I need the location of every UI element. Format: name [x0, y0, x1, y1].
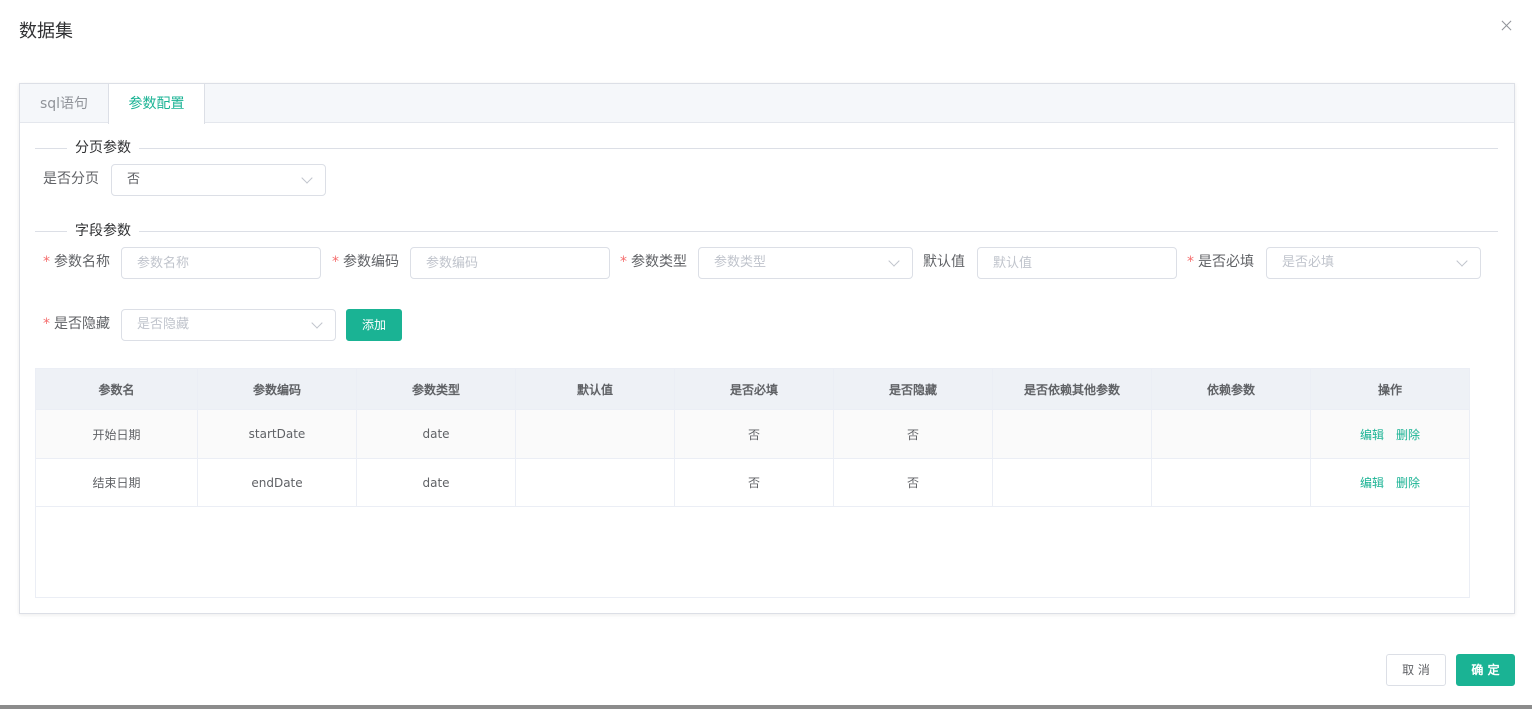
cell-default: [516, 410, 675, 458]
required-mark: *: [43, 316, 50, 332]
is-paging-select[interactable]: 否: [111, 164, 326, 196]
is-required-label: * 是否必填: [1187, 252, 1254, 272]
edit-link[interactable]: 编辑: [1360, 474, 1384, 491]
header-default: 默认值: [516, 369, 675, 409]
dataset-dialog: 数据集 sql语句 参数配置 分页参数 是否分页 否 字段参数 *参数名称 *参…: [0, 0, 1532, 705]
param-code-label: * 参数编码: [332, 252, 399, 272]
param-code-field[interactable]: [411, 248, 609, 278]
tab-sql[interactable]: sql语句: [20, 84, 108, 124]
header-hidden: 是否隐藏: [834, 369, 993, 409]
cell-name: 结束日期: [36, 459, 198, 506]
cell-dep-param: [1152, 410, 1311, 458]
chevron-down-icon: [301, 172, 313, 184]
chevron-down-icon: [311, 317, 323, 329]
cell-dep-param: [1152, 459, 1311, 506]
table-row: 结束日期 endDate date 否 否 编辑 删除: [36, 458, 1469, 507]
cell-name: 开始日期: [36, 410, 198, 458]
cell-hidden: 否: [834, 410, 993, 458]
cell-required: 否: [675, 459, 834, 506]
cell-type: date: [357, 410, 516, 458]
delete-link[interactable]: 删除: [1396, 426, 1420, 443]
is-paging-label: 是否分页: [43, 171, 99, 187]
default-value-label: 默认值: [923, 254, 965, 270]
param-code-input[interactable]: [410, 247, 610, 279]
tabs-header: sql语句 参数配置: [20, 84, 1514, 124]
required-mark: *: [43, 254, 50, 270]
cell-code: endDate: [198, 459, 357, 506]
required-mark: *: [620, 254, 627, 270]
header-param-code: 参数编码: [198, 369, 357, 409]
table-header: 参数名 参数编码 参数类型 默认值 是否必填 是否隐藏 是否依赖其他参数 依赖参…: [36, 369, 1469, 409]
param-name-input[interactable]: [121, 247, 321, 279]
cell-type: date: [357, 459, 516, 506]
cell-depends: [993, 459, 1152, 506]
field-section-title: 字段参数: [67, 222, 139, 240]
default-value-field[interactable]: [978, 248, 1176, 278]
delete-link[interactable]: 删除: [1396, 474, 1420, 491]
header-dep-param: 依赖参数: [1152, 369, 1311, 409]
edit-link[interactable]: 编辑: [1360, 426, 1384, 443]
param-code-label-text: 参数编码: [343, 254, 399, 270]
header-param-name: 参数名: [36, 369, 198, 409]
required-mark: *: [332, 254, 339, 270]
chevron-down-icon: [888, 255, 900, 267]
cell-actions: 编辑 删除: [1311, 410, 1469, 458]
cell-depends: [993, 410, 1152, 458]
cell-required: 否: [675, 410, 834, 458]
tab-param-config[interactable]: 参数配置: [108, 84, 205, 124]
header-actions: 操作: [1377, 382, 1402, 397]
is-hidden-placeholder: 是否隐藏: [137, 317, 190, 332]
cancel-button[interactable]: 取 消: [1386, 654, 1446, 686]
is-hidden-select[interactable]: 是否隐藏: [121, 309, 336, 341]
param-name-label: * 参数名称: [43, 252, 110, 272]
param-name-label-text: 参数名称: [54, 254, 110, 270]
param-type-select[interactable]: 参数类型: [698, 247, 913, 279]
is-paging-value: 否: [127, 172, 141, 187]
header-param-type: 参数类型: [357, 369, 516, 409]
param-table: 参数名 参数编码 参数类型 默认值 是否必填 是否隐藏 是否依赖其他参数 依赖参…: [35, 368, 1470, 598]
is-hidden-label: * 是否隐藏: [43, 314, 110, 334]
field-divider: [35, 231, 1498, 232]
dialog-title: 数据集: [19, 21, 73, 42]
is-required-label-text: 是否必填: [1198, 254, 1254, 270]
paging-section-title: 分页参数: [67, 139, 139, 157]
is-required-placeholder: 是否必填: [1282, 255, 1335, 270]
header-required: 是否必填: [675, 369, 834, 409]
close-icon[interactable]: [1499, 18, 1515, 34]
default-value-input[interactable]: [977, 247, 1177, 279]
cell-default: [516, 459, 675, 506]
param-type-label-text: 参数类型: [631, 254, 687, 270]
paging-divider: [35, 148, 1498, 149]
required-mark: *: [1187, 254, 1194, 270]
chevron-down-icon: [1456, 255, 1468, 267]
is-required-select[interactable]: 是否必填: [1266, 247, 1481, 279]
param-type-placeholder: 参数类型: [714, 255, 767, 270]
header-depends: 是否依赖其他参数: [993, 369, 1152, 409]
table-row: 开始日期 startDate date 否 否 编辑 删除: [36, 409, 1469, 458]
cell-actions: 编辑 删除: [1311, 459, 1469, 506]
add-button[interactable]: 添加: [346, 309, 402, 341]
param-type-label: * 参数类型: [620, 252, 687, 272]
background-strip: [0, 705, 1532, 709]
confirm-button[interactable]: 确 定: [1456, 654, 1515, 686]
is-hidden-label-text: 是否隐藏: [54, 316, 110, 332]
cell-code: startDate: [198, 410, 357, 458]
param-name-field[interactable]: [122, 248, 320, 278]
cell-hidden: 否: [834, 459, 993, 506]
